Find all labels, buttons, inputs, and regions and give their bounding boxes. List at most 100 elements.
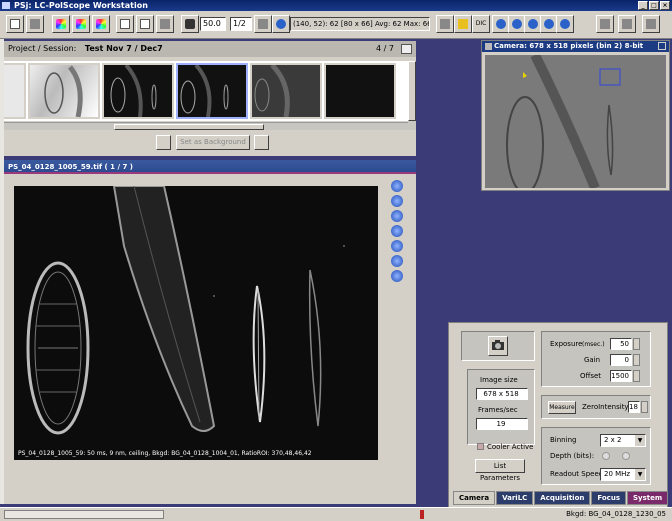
image-display[interactable]: PS_04_0128_1005_59: 50 ms, 9 nm, ceiling… xyxy=(14,186,378,460)
close-button[interactable]: × xyxy=(660,1,670,10)
snap-button[interactable] xyxy=(181,15,199,33)
image-panel: PS_04_0128_1005_59.tif ( 1 / 7 ) PS_04_0… xyxy=(4,160,416,504)
zero-intensity-label: ZeroIntensity xyxy=(582,403,629,411)
list-parameters-button[interactable]: List Parameters xyxy=(475,459,525,482)
app-icon xyxy=(2,2,10,9)
color-map-2-button[interactable] xyxy=(72,15,90,33)
monitor-icon xyxy=(600,19,610,29)
app-title-bar: PSj: LC-PolScope Workstation _ □ × xyxy=(0,0,672,11)
gain-field[interactable]: 0 xyxy=(610,354,632,366)
measure-button[interactable]: Measure xyxy=(548,401,576,414)
status-bar: Bkgd: BG_04_0128_1230_05 xyxy=(0,507,672,521)
help-button[interactable] xyxy=(642,15,660,33)
scroll-thumb[interactable] xyxy=(408,61,416,121)
circle-icon xyxy=(512,19,522,29)
tab-varilc[interactable]: VariLC xyxy=(496,491,534,505)
open-doc-button[interactable] xyxy=(136,15,154,33)
save-icon xyxy=(10,19,20,29)
camera-control-panel: Image size 678 x 518 Frames/sec 19 Coole… xyxy=(448,322,669,512)
thumbnail-vscrollbar[interactable] xyxy=(408,61,416,130)
set-background-button[interactable]: Set as Background xyxy=(176,135,250,150)
circle-icon xyxy=(560,19,570,29)
thumbnail[interactable] xyxy=(250,63,322,119)
color-map-2-icon xyxy=(76,19,86,29)
dic-button[interactable]: DIC xyxy=(472,15,490,33)
roi-tool-icon[interactable] xyxy=(391,210,403,222)
thumbnail[interactable] xyxy=(324,63,396,119)
folder-button[interactable] xyxy=(156,135,171,150)
record-button[interactable] xyxy=(272,15,290,33)
snapshot-button[interactable] xyxy=(488,336,508,356)
tab-acquisition[interactable]: Acquisition xyxy=(534,491,591,505)
color-map-button[interactable] xyxy=(52,15,70,33)
depth-radio-1[interactable] xyxy=(602,452,610,460)
color-map-icon xyxy=(56,19,66,29)
live-button[interactable] xyxy=(254,15,272,33)
scroll-thumb[interactable] xyxy=(114,124,264,130)
cooler-label: Cooler Active xyxy=(487,443,534,451)
gain-label: Gain xyxy=(584,356,601,364)
cooler-indicator xyxy=(477,443,484,450)
depth-radio-2[interactable] xyxy=(622,452,630,460)
thumbnail[interactable] xyxy=(102,63,174,119)
image-caption: PS_04_0128_1005_59: 50 ms, 9 nm, ceiling… xyxy=(18,450,312,457)
chevron-down-icon: ▼ xyxy=(635,435,645,446)
camera-window: Camera: 678 x 518 pixels (bin 2) 8-bit xyxy=(481,40,670,191)
micrograph xyxy=(26,186,345,435)
search-button[interactable] xyxy=(26,15,44,33)
line-tool-icon[interactable] xyxy=(391,225,403,237)
new-doc-button[interactable] xyxy=(116,15,134,33)
readout-value: 20 MHz xyxy=(604,470,631,478)
maximize-button[interactable]: □ xyxy=(649,1,659,10)
readout-select[interactable]: 20 MHz ▼ xyxy=(600,468,646,481)
offset-spinner[interactable] xyxy=(633,370,640,382)
depth-label: Depth (bits): xyxy=(550,452,595,460)
zoom-out-icon[interactable] xyxy=(391,195,403,207)
open-document-icon xyxy=(140,19,150,29)
zero-intensity-spinner[interactable] xyxy=(641,401,648,413)
camera-window-maximize-button[interactable] xyxy=(658,42,666,50)
histogram-button[interactable] xyxy=(436,15,454,33)
highlight-icon xyxy=(458,19,468,29)
pan-tool-icon[interactable] xyxy=(391,240,403,252)
tab-focus[interactable]: Focus xyxy=(591,491,626,505)
camera-live-view[interactable] xyxy=(485,55,666,188)
image-title: PS_04_0128_1005_59.tif ( 1 / 7 ) xyxy=(4,160,416,174)
thumbnail-hscrollbar[interactable] xyxy=(4,122,408,130)
stop-button[interactable] xyxy=(156,15,174,33)
save-button[interactable] xyxy=(6,15,24,33)
chevron-down-icon: ▼ xyxy=(635,469,645,480)
panel-close-button[interactable] xyxy=(401,44,412,54)
zoom-in-icon[interactable] xyxy=(391,180,403,192)
tab-camera[interactable]: Camera xyxy=(453,491,496,505)
exposure-field[interactable]: 50 xyxy=(610,338,632,350)
circle-icon xyxy=(496,19,506,29)
gain-spinner[interactable] xyxy=(633,354,640,366)
offset-field[interactable]: 1500 xyxy=(610,370,632,382)
exposure-spinner[interactable]: 50.0 xyxy=(200,17,226,31)
project-session: Test Nov 7 / Dec7 xyxy=(84,44,163,53)
zero-intensity-field[interactable]: 18 xyxy=(628,401,640,413)
state-5-button[interactable] xyxy=(556,15,574,33)
exposure-spinner[interactable] xyxy=(633,338,640,350)
color-map-3-button[interactable] xyxy=(92,15,110,33)
settings-tool-icon[interactable] xyxy=(391,270,403,282)
thumbnail[interactable] xyxy=(4,63,26,119)
thumbnail-selected[interactable] xyxy=(176,63,248,119)
search-icon xyxy=(30,19,40,29)
binning-select[interactable]: 2 x 2 ▼ xyxy=(600,434,646,447)
highlight-button[interactable] xyxy=(454,15,472,33)
camera-icon xyxy=(492,340,504,350)
zero-intensity-group: Measure ZeroIntensity 18 xyxy=(541,395,651,419)
color-map-3-icon xyxy=(96,19,106,29)
tools-icon xyxy=(622,19,632,29)
thumbnail[interactable] xyxy=(28,63,100,119)
measure-tool-icon[interactable] xyxy=(391,255,403,267)
tab-system[interactable]: System xyxy=(626,491,669,505)
roi-readout: (140, 52): 62 [80 x 66] Avg: 62 Max: 66 xyxy=(290,17,430,31)
minimize-button[interactable]: _ xyxy=(638,1,648,10)
binning-select[interactable]: 1/2 xyxy=(230,17,252,31)
tools-button[interactable] xyxy=(618,15,636,33)
delete-button[interactable] xyxy=(254,135,269,150)
monitor-button[interactable] xyxy=(596,15,614,33)
